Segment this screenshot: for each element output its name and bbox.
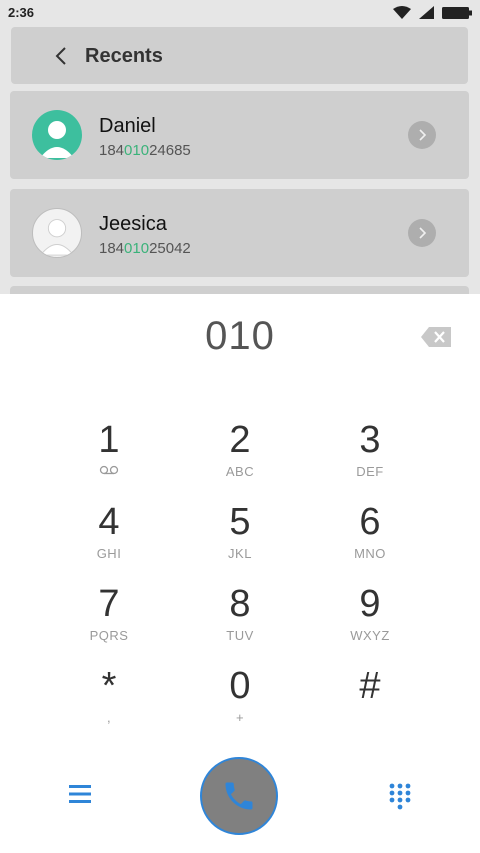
key-5[interactable]: 5 JKL: [185, 500, 295, 574]
voicemail-icon: [99, 465, 119, 475]
menu-icon[interactable]: [66, 782, 94, 806]
status-time: 2:36: [8, 5, 35, 20]
chevron-right-icon: [419, 129, 427, 141]
list-item-contact[interactable]: Jeesica 18401025042: [10, 189, 469, 277]
key-3[interactable]: 3 DEF: [315, 418, 425, 492]
key-1[interactable]: 1: [54, 418, 164, 492]
battery-icon: [442, 6, 472, 19]
key-7[interactable]: 7 PQRS: [54, 582, 164, 656]
key-star[interactable]: * ,: [54, 664, 164, 738]
contact-detail-button[interactable]: [408, 219, 436, 247]
wifi-icon: [393, 6, 411, 19]
chevron-right-icon: [419, 227, 427, 239]
person-icon: [39, 219, 75, 256]
status-bar: 2:36: [0, 0, 480, 26]
contact-number: 18401025042: [99, 240, 191, 257]
bottom-action-bar: [0, 752, 480, 842]
contact-number: 18401024685: [99, 142, 191, 159]
signal-icon: [419, 6, 434, 19]
list-item-contact-partial[interactable]: [10, 286, 469, 294]
status-icons: [393, 6, 472, 19]
phone-icon: [225, 782, 253, 810]
key-6[interactable]: 6 MNO: [315, 500, 425, 574]
key-9[interactable]: 9 WXYZ: [315, 582, 425, 656]
back-arrow-icon[interactable]: [53, 47, 69, 65]
key-0[interactable]: 0 +: [185, 664, 295, 738]
contact-detail-button[interactable]: [408, 121, 436, 149]
person-icon: [40, 121, 74, 158]
recents-panel: 2:36 Recents Daniel 18401024685 Jeesica …: [0, 0, 480, 294]
backspace-icon[interactable]: [420, 326, 452, 348]
call-button[interactable]: [200, 757, 278, 835]
avatar: [32, 110, 82, 160]
avatar: [32, 208, 82, 258]
key-4[interactable]: 4 GHI: [54, 500, 164, 574]
dialpad-icon[interactable]: [387, 782, 413, 812]
page-title: Recents: [85, 45, 163, 67]
contact-name: Daniel: [99, 115, 156, 137]
key-2[interactable]: 2 ABC: [185, 418, 295, 492]
recents-header: Recents: [11, 27, 468, 84]
key-hash[interactable]: #: [315, 664, 425, 738]
key-8[interactable]: 8 TUV: [185, 582, 295, 656]
contact-name: Jeesica: [99, 213, 167, 235]
list-item-contact[interactable]: Daniel 18401024685: [10, 91, 469, 179]
dialed-number: 010: [205, 314, 275, 358]
